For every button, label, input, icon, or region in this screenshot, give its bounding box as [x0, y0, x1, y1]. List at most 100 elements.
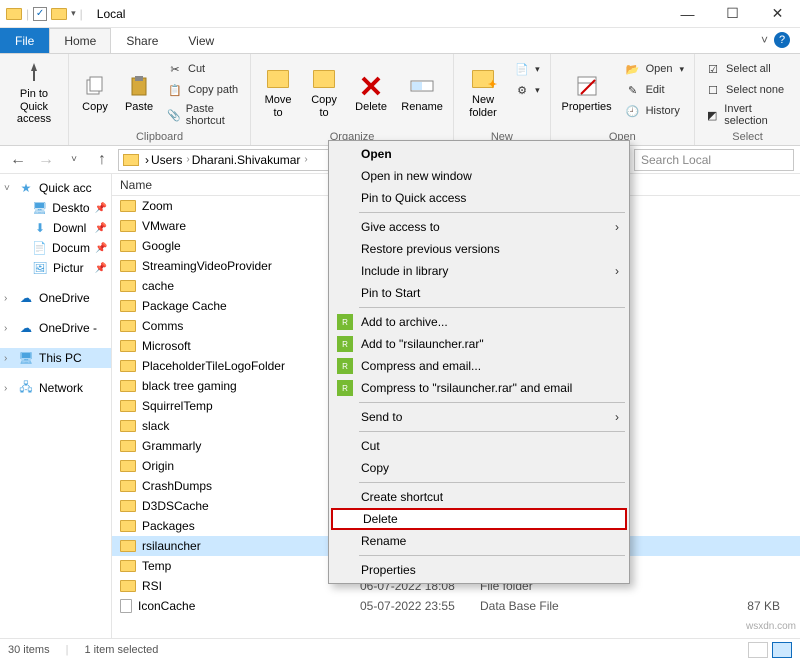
- large-icons-view-button[interactable]: [772, 642, 792, 658]
- folder-icon: [120, 500, 136, 512]
- ctx-send-to[interactable]: Send to›: [331, 406, 627, 428]
- recent-locations-button[interactable]: ˅: [62, 148, 86, 172]
- qat-dropdown[interactable]: ▾: [71, 8, 76, 19]
- invert-selection-button[interactable]: ◩Invert selection: [701, 102, 794, 128]
- cloud-icon: ☁: [18, 291, 34, 305]
- nav-onedrive[interactable]: ›☁OneDrive: [0, 288, 111, 308]
- folder-icon: [120, 400, 136, 412]
- ctx-include-library[interactable]: Include in library›: [331, 260, 627, 282]
- maximize-button[interactable]: ☐: [710, 0, 755, 28]
- file-name: Zoom: [142, 199, 173, 213]
- edit-button[interactable]: ✎Edit: [621, 81, 688, 99]
- chevron-right-icon[interactable]: ›: [186, 154, 189, 165]
- properties-button[interactable]: Properties: [557, 58, 617, 128]
- file-name: Origin: [142, 459, 174, 473]
- star-icon: ★: [18, 181, 34, 195]
- breadcrumb-item: Dharani.Shivakumar›: [192, 153, 308, 167]
- winrar-icon: R: [337, 358, 353, 374]
- ctx-rename[interactable]: Rename: [331, 530, 627, 552]
- file-size: 87 KB: [600, 599, 800, 613]
- ctx-properties[interactable]: Properties: [331, 559, 627, 581]
- ctx-open[interactable]: Open: [331, 143, 627, 165]
- rename-button[interactable]: Rename: [397, 58, 447, 128]
- copy-path-button[interactable]: 📋Copy path: [163, 81, 244, 99]
- table-row[interactable]: IconCache05-07-2022 23:55Data Base File8…: [112, 596, 800, 616]
- select-all-button[interactable]: ☑Select all: [701, 60, 794, 78]
- nav-quick-access[interactable]: ˅★Quick acc: [0, 178, 111, 198]
- search-input[interactable]: Search Local: [634, 149, 794, 171]
- close-button[interactable]: ✕: [755, 0, 800, 28]
- ctx-create-shortcut[interactable]: Create shortcut: [331, 486, 627, 508]
- copy-icon: [81, 73, 109, 99]
- move-to-button[interactable]: Move to: [257, 58, 299, 128]
- easy-access-button[interactable]: ⚙▾: [510, 81, 544, 99]
- ribbon: Pin to Quick access Copy Paste ✂Cut 📋Cop…: [0, 54, 800, 146]
- forward-button[interactable]: →: [34, 148, 58, 172]
- file-name: black tree gaming: [142, 379, 237, 393]
- nav-downloads[interactable]: ⬇Downl📌: [0, 218, 111, 238]
- properties-icon: [573, 73, 601, 99]
- qat-checkbox-icon[interactable]: ✓: [33, 7, 47, 21]
- paste-button[interactable]: Paste: [119, 58, 159, 128]
- file-type: Data Base File: [480, 599, 600, 613]
- new-item-button[interactable]: 📄▾: [510, 60, 544, 78]
- delete-x-icon: [357, 73, 385, 99]
- details-view-button[interactable]: [748, 642, 768, 658]
- history-button[interactable]: 🕘History: [621, 102, 688, 120]
- nav-documents[interactable]: 📄Docum📌: [0, 238, 111, 258]
- ctx-copy[interactable]: Copy: [331, 457, 627, 479]
- pin-to-quick-access-button[interactable]: Pin to Quick access: [6, 58, 62, 128]
- ctx-pin-quick-access[interactable]: Pin to Quick access: [331, 187, 627, 209]
- status-item-count: 30 items: [8, 644, 50, 656]
- cut-button[interactable]: ✂Cut: [163, 60, 244, 78]
- status-selected: 1 item selected: [84, 644, 158, 656]
- tab-home[interactable]: Home: [49, 28, 111, 53]
- nav-network[interactable]: ›🖧Network: [0, 378, 111, 398]
- paste-shortcut-button[interactable]: 📎Paste shortcut: [163, 102, 244, 128]
- new-folder-icon: ✦: [469, 66, 497, 92]
- col-name[interactable]: Name: [120, 178, 360, 192]
- ctx-open-new-window[interactable]: Open in new window: [331, 165, 627, 187]
- back-button[interactable]: ←: [6, 148, 30, 172]
- tab-view[interactable]: View: [173, 28, 229, 53]
- tab-file[interactable]: File: [0, 28, 49, 53]
- ctx-compress-rar-email[interactable]: RCompress to "rsilauncher.rar" and email: [331, 377, 627, 399]
- new-folder-button[interactable]: ✦ New folder: [460, 58, 506, 128]
- nav-desktop[interactable]: 🖥Deskto📌: [0, 198, 111, 218]
- open-button[interactable]: 📂Open▾: [621, 60, 688, 78]
- up-button[interactable]: ↑: [90, 148, 114, 172]
- new-item-icon: 📄: [514, 61, 530, 77]
- ctx-cut[interactable]: Cut: [331, 435, 627, 457]
- ribbon-collapse[interactable]: ˅: [761, 33, 768, 47]
- folder-icon: [120, 580, 136, 592]
- file-name: Temp: [142, 559, 171, 573]
- document-icon: 📄: [32, 241, 47, 255]
- watermark: wsxdn.com: [746, 621, 796, 632]
- ctx-add-archive[interactable]: RAdd to archive...: [331, 311, 627, 333]
- chevron-right-icon[interactable]: ›: [304, 154, 307, 165]
- ctx-delete[interactable]: Delete: [331, 508, 627, 530]
- help-button[interactable]: ?: [774, 32, 790, 48]
- copy-button[interactable]: Copy: [75, 58, 115, 128]
- folder-icon: [120, 560, 136, 572]
- ctx-compress-email[interactable]: RCompress and email...: [331, 355, 627, 377]
- file-name: RSI: [142, 579, 162, 593]
- delete-button[interactable]: Delete: [349, 58, 393, 128]
- copy-to-button[interactable]: Copy to: [303, 58, 345, 128]
- nav-onedrive-personal[interactable]: ›☁OneDrive -: [0, 318, 111, 338]
- ctx-restore-versions[interactable]: Restore previous versions: [331, 238, 627, 260]
- nav-pictures[interactable]: 🖼Pictur📌: [0, 258, 111, 278]
- select-none-button[interactable]: ☐Select none: [701, 81, 794, 99]
- minimize-button[interactable]: —: [665, 0, 710, 28]
- tab-share[interactable]: Share: [111, 28, 173, 53]
- ctx-pin-start[interactable]: Pin to Start: [331, 282, 627, 304]
- chevron-right-icon[interactable]: ›: [145, 153, 149, 167]
- nav-this-pc[interactable]: ›🖥This PC: [0, 348, 111, 368]
- paste-icon: [125, 73, 153, 99]
- desktop-icon: 🖥: [32, 201, 47, 215]
- col-size[interactable]: Size: [600, 178, 800, 192]
- invert-icon: ◩: [705, 107, 719, 123]
- separator: [359, 307, 625, 308]
- ctx-add-rar[interactable]: RAdd to "rsilauncher.rar": [331, 333, 627, 355]
- ctx-give-access[interactable]: Give access to›: [331, 216, 627, 238]
